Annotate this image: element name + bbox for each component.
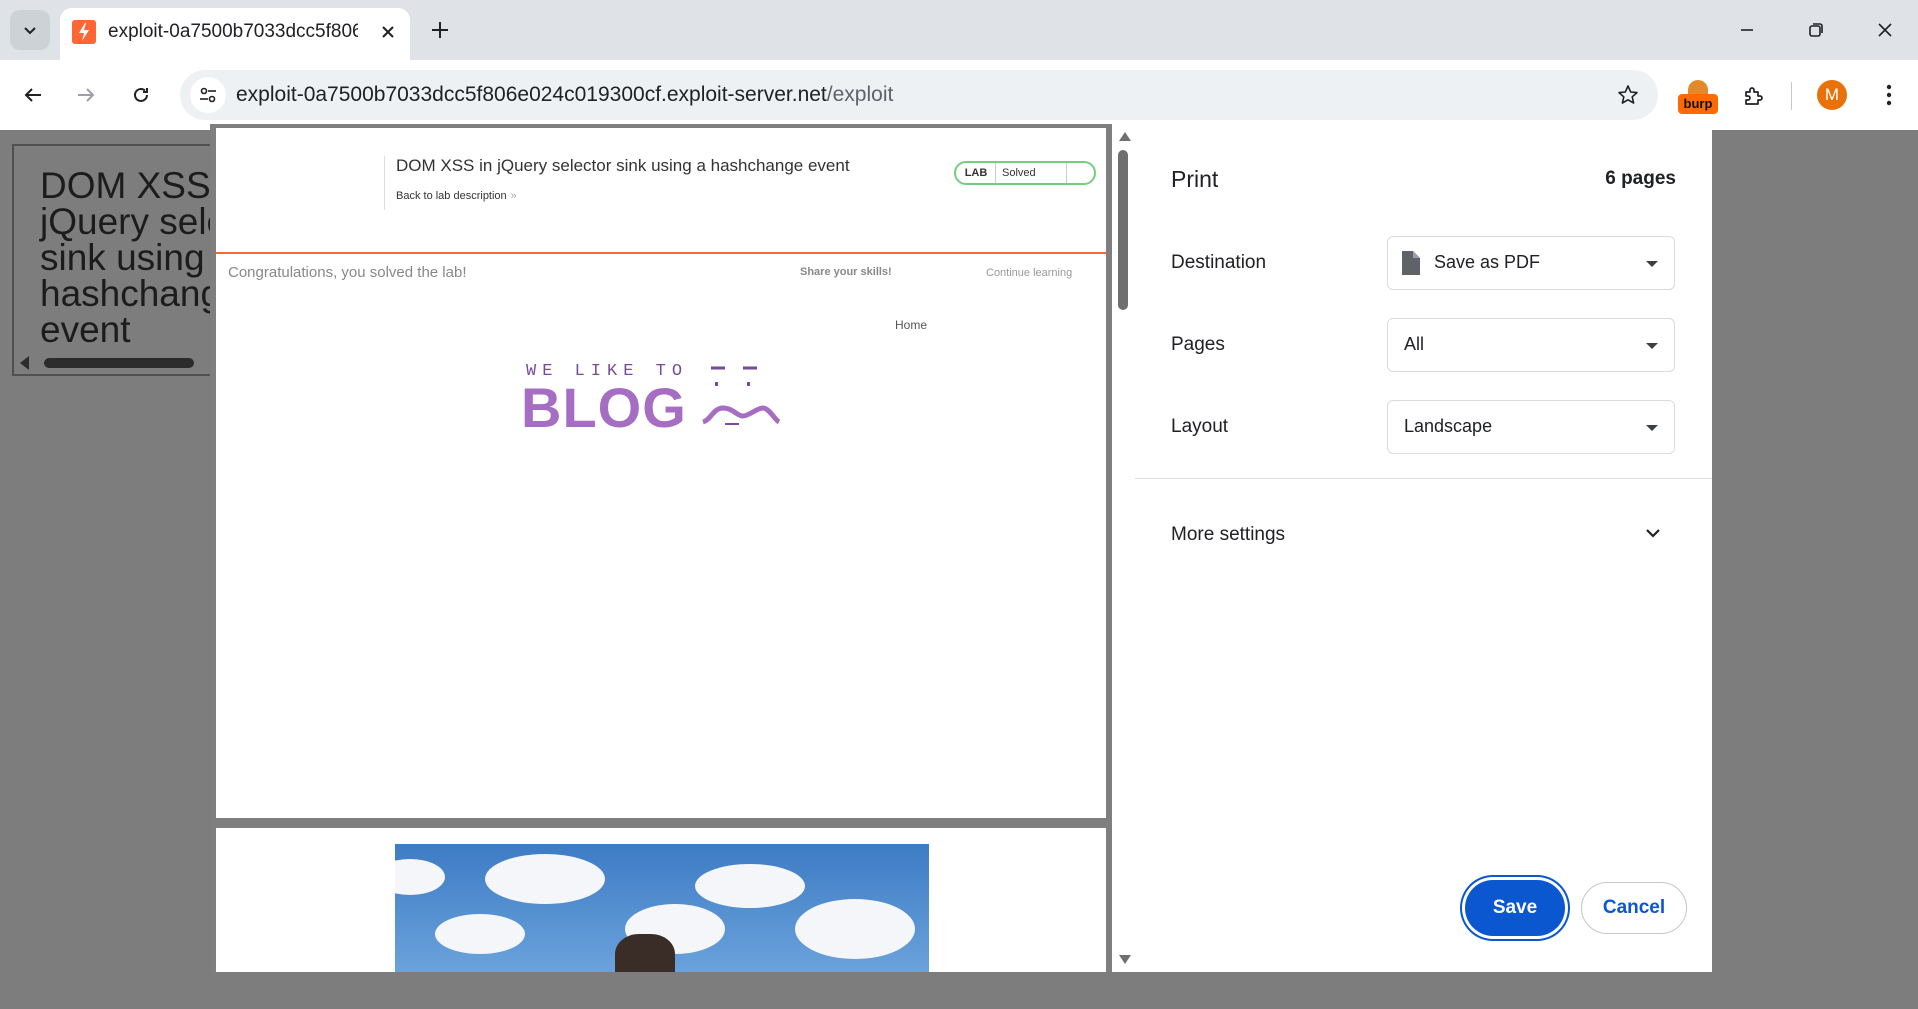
browser-menu-button[interactable]: [1872, 78, 1906, 112]
pages-select[interactable]: All: [1387, 318, 1675, 372]
print-title: Print: [1171, 166, 1219, 192]
extensions-button[interactable]: [1736, 78, 1772, 114]
background-heading-line: sink using: [40, 237, 205, 278]
pages-label: Pages: [1171, 334, 1225, 355]
congrats-text: Congratulations, you solved the lab!: [228, 264, 467, 281]
background-heading-line: jQuery sele: [40, 201, 212, 242]
background-heading: DOM XSS jQuery sele sink using hashchang…: [40, 165, 212, 350]
puzzle-icon: [1745, 87, 1763, 105]
print-dialog: DOM XSS in jQuery selector sink using a …: [210, 124, 1712, 972]
site-info-button[interactable]: [190, 77, 226, 113]
header-rule: [216, 252, 1106, 254]
url-path: /exploit: [826, 83, 894, 106]
url-text: exploit-0a7500b7033dcc5f806e024c019300cf…: [236, 82, 893, 108]
cancel-button[interactable]: Cancel: [1581, 882, 1687, 934]
pages-value: All: [1404, 334, 1425, 354]
dropdown-arrow-icon: [1646, 425, 1658, 431]
tab-title: exploit-0a7500b7033dcc5f806e: [108, 21, 358, 42]
more-vert-icon: [1886, 84, 1892, 106]
chevron-down-icon: [24, 27, 36, 35]
preview-scrollbar[interactable]: [1112, 124, 1135, 972]
restore-icon: [1809, 23, 1823, 37]
chevron-down-icon: [1646, 529, 1660, 538]
layout-select[interactable]: Landscape: [1387, 400, 1675, 454]
plus-icon: [432, 22, 448, 38]
forward-button[interactable]: [66, 75, 106, 115]
tab-search-button[interactable]: [10, 10, 50, 50]
back-to-lab-link: Back to lab description»: [396, 190, 517, 202]
close-icon: [1878, 23, 1892, 37]
preview-page: DOM XSS in jQuery selector sink using a …: [216, 128, 1106, 818]
background-heading-line: hashchang: [40, 273, 212, 314]
file-icon: [1402, 251, 1420, 275]
back-link-text: Back to lab description: [396, 190, 507, 202]
background-heading-line: event: [40, 309, 131, 350]
burp-extension-button[interactable]: burp: [1678, 80, 1718, 116]
scroll-left-arrow-icon: [20, 356, 29, 370]
double-chevron-icon: »: [510, 190, 517, 202]
home-link: Home: [895, 318, 928, 332]
reload-icon: [134, 87, 148, 102]
destination-value: Save as PDF: [1434, 252, 1541, 272]
logo-main: BLOG: [521, 376, 687, 439]
layout-label: Layout: [1171, 416, 1229, 437]
arrow-left-icon: [24, 88, 41, 102]
settings-divider: [1135, 478, 1712, 479]
preview-page-2: [216, 828, 1106, 972]
scroll-up-arrow-icon[interactable]: [1119, 132, 1131, 141]
tune-icon: [200, 87, 216, 103]
minimize-button[interactable]: [1727, 10, 1767, 50]
page-count: 6 pages: [1605, 168, 1676, 189]
dropdown-arrow-icon: [1646, 261, 1658, 267]
burp-icon: [1688, 80, 1708, 94]
browser-tab[interactable]: exploit-0a7500b7033dcc5f806e: [60, 8, 410, 60]
horizontal-scrollbar: [44, 358, 194, 368]
tab-close-icon[interactable]: [374, 18, 402, 46]
share-skills-text: Share your skills!: [800, 266, 892, 278]
logo-face-icon: [702, 366, 781, 425]
print-preview: DOM XSS in jQuery selector sink using a …: [210, 124, 1135, 972]
arrow-right-icon: [78, 88, 95, 102]
lab-status-text: Solved: [995, 163, 1067, 183]
header-divider: [384, 156, 385, 210]
destination-label: Destination: [1171, 252, 1267, 273]
blog-photo: [395, 844, 929, 972]
restore-button[interactable]: [1796, 10, 1836, 50]
burp-favicon-icon: [72, 20, 96, 44]
tab-strip: exploit-0a7500b7033dcc5f806e: [0, 0, 1918, 60]
scrollbar-thumb[interactable]: [1118, 150, 1128, 310]
lab-badge-label: LAB: [964, 167, 988, 179]
layout-value: Landscape: [1404, 416, 1493, 436]
save-button[interactable]: Save: [1465, 880, 1565, 936]
back-button[interactable]: [13, 75, 53, 115]
new-tab-button[interactable]: [424, 14, 456, 46]
minimize-icon: [1741, 29, 1753, 31]
lab-title: DOM XSS in jQuery selector sink using a …: [396, 156, 850, 175]
reload-button[interactable]: [121, 75, 161, 115]
scroll-down-arrow-icon[interactable]: [1119, 955, 1131, 964]
close-window-button[interactable]: [1865, 10, 1905, 50]
profile-avatar[interactable]: M: [1817, 80, 1847, 110]
browser-toolbar: exploit-0a7500b7033dcc5f806e024c019300cf…: [0, 60, 1918, 130]
blog-logo: WE LIKE TO BLOG: [521, 362, 811, 452]
lab-status-badge: LAB Solved: [954, 161, 1096, 185]
bookmark-star-button[interactable]: [1612, 79, 1644, 111]
more-settings-toggle[interactable]: More settings: [1171, 524, 1285, 546]
url-host: exploit-0a7500b7033dcc5f806e024c019300cf…: [236, 83, 827, 106]
toolbar-separator: [1791, 82, 1792, 110]
dropdown-arrow-icon: [1646, 343, 1658, 349]
star-icon: [1618, 85, 1638, 104]
more-settings-chevron[interactable]: [1640, 520, 1666, 546]
burp-label: burp: [1678, 94, 1718, 114]
background-heading-line: DOM XSS: [40, 165, 211, 206]
background-iframe: DOM XSS jQuery sele sink using hashchang…: [12, 144, 212, 376]
print-settings-panel: Print 6 pages Destination Save as PDF Pa…: [1135, 124, 1712, 972]
address-bar[interactable]: exploit-0a7500b7033dcc5f806e024c019300cf…: [180, 70, 1658, 120]
destination-select[interactable]: Save as PDF: [1387, 236, 1675, 290]
continue-learning-text: Continue learning: [986, 267, 1073, 279]
